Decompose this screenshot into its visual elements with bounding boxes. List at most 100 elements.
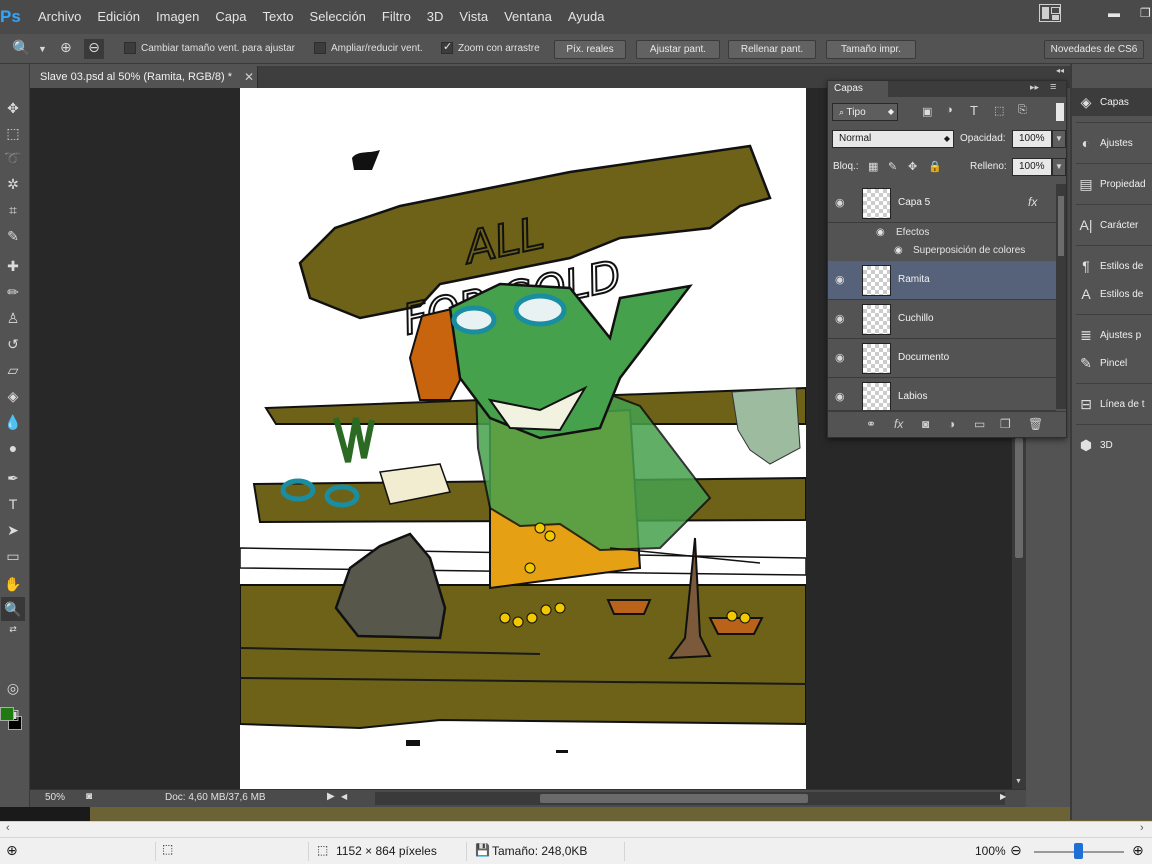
dock-3d[interactable]: ⬢ 3D [1072,431,1152,459]
fit-screen-button[interactable]: Ajustar pant. [636,40,720,59]
restore-icon[interactable]: ❐ [1140,6,1151,20]
shape-tool-icon[interactable]: ▭ [1,544,25,568]
menu-3d[interactable]: 3D [419,0,452,34]
visibility-eye-icon[interactable]: ◉ [835,351,849,364]
status-menu-icon[interactable]: ◙ [86,791,92,802]
menu-filtro[interactable]: Filtro [374,0,419,34]
blur-tool-icon[interactable]: 💧 [1,410,25,434]
dock-layers[interactable]: ◈ Capas [1072,88,1152,116]
lock-paint-icon[interactable]: ✎ [888,160,897,173]
opacity-dropdown-icon[interactable]: ▼ [1052,130,1066,148]
menu-ayuda[interactable]: Ayuda [560,0,613,34]
delete-layer-icon[interactable]: 🗑 [1028,417,1043,431]
hand-tool-icon[interactable]: ✋ [1,572,25,596]
crop-tool-icon[interactable]: ⌗ [1,198,25,222]
dodge-tool-icon[interactable]: ● [1,436,25,460]
fill-field[interactable]: 100% [1012,158,1052,176]
checkbox[interactable] [314,42,326,54]
type-tool-icon[interactable]: T [1,492,25,516]
stamp-tool-icon[interactable]: ♙ [1,306,25,330]
scroll-right-icon[interactable]: ▶ [1000,792,1006,801]
fill-screen-button[interactable]: Rellenar pant. [728,40,816,59]
checkbox[interactable] [441,40,453,54]
dock-brush[interactable]: ✎ Pincel [1072,349,1152,377]
scrollbar-thumb[interactable] [540,794,808,803]
lock-transparency-icon[interactable]: ▦ [868,160,878,173]
add-mask-icon[interactable]: ◙ [922,417,929,431]
actual-pixels-button[interactable]: Píx. reales [554,40,626,59]
history-brush-tool-icon[interactable]: ↺ [1,332,25,356]
link-layers-icon[interactable]: ⚭ [866,417,876,431]
lock-position-icon[interactable]: ✥ [908,160,917,173]
layer-row-cuchillo[interactable]: ◉ Cuchillo [828,300,1056,339]
eraser-tool-icon[interactable]: ▱ [1,358,25,382]
print-size-button[interactable]: Tamaño impr. [826,40,916,59]
zoom-tool-icon[interactable]: 🔍 [1,597,25,621]
dock-paragraph-styles[interactable]: ¶ Estilos de [1072,252,1152,280]
visibility-eye-icon[interactable]: ◉ [876,227,885,238]
eyedropper-tool-icon[interactable]: ✎ [1,224,25,248]
scroll-left-icon[interactable]: ◀ [341,792,347,801]
magic-wand-tool-icon[interactable]: ✲ [1,172,25,196]
paint-bucket-tool-icon[interactable]: ◈ [1,384,25,408]
blend-mode-select[interactable]: Normal ◆ [832,130,954,148]
visibility-eye-icon[interactable]: ◉ [835,273,849,286]
checkbox[interactable] [124,42,136,54]
new-layer-icon[interactable]: ❐ [1000,417,1011,431]
filter-kind-select[interactable]: ⌕ Tipo ◆ [832,103,898,121]
healing-brush-tool-icon[interactable]: ✚ [1,254,25,278]
lasso-tool-icon[interactable]: ➰ [1,146,25,170]
panel-menu-icon[interactable]: ≡ [1050,81,1056,93]
filter-shape-icon[interactable]: ⬚ [994,104,1004,117]
menu-imagen[interactable]: Imagen [148,0,207,34]
marquee-tool-icon[interactable]: ⬚ [1,121,25,145]
layer-row-documento[interactable]: ◉ Documento [828,339,1056,378]
whats-new-button[interactable]: Novedades de CS6 [1044,40,1144,59]
dock-properties[interactable]: ▤ Propiedad [1072,170,1152,198]
zoom-in-icon[interactable]: ⊕ [60,39,72,56]
filter-pixel-icon[interactable]: ▣ [922,105,932,118]
new-group-icon[interactable]: ▭ [974,417,985,431]
new-adjustment-icon[interactable]: ◑ [948,417,955,431]
foreground-color-swatch[interactable] [0,707,14,721]
filter-toggle[interactable] [1056,103,1064,121]
check-zoom-all-windows[interactable]: Ampliar/reducir vent. [314,42,423,54]
menu-edicion[interactable]: Edición [89,0,148,34]
dock-brush-presets[interactable]: ≣ Ajustes p [1072,321,1152,349]
pen-tool-icon[interactable]: ✒ [1,466,25,490]
document-canvas[interactable]: ALL FOR GOLD [240,88,806,789]
dock-timeline[interactable]: ⊟ Línea de t [1072,390,1152,418]
fill-dropdown-icon[interactable]: ▼ [1052,158,1066,176]
menu-archivo[interactable]: Archivo [30,0,89,34]
effects-row[interactable]: ◉ Efectos [828,223,1056,243]
chevron-right-icon[interactable]: › [1140,822,1144,834]
menu-ventana[interactable]: Ventana [496,0,560,34]
zoom-slider-thumb[interactable] [1074,843,1083,859]
workspace-switcher-icon[interactable] [1039,4,1061,22]
zoom-tool-icon[interactable]: 🔍 [12,39,31,57]
chevron-left-icon[interactable]: ‹ [6,822,10,834]
opacity-field[interactable]: 100% [1012,130,1052,148]
scrollbar-thumb[interactable] [1015,438,1023,558]
visibility-eye-icon[interactable]: ◉ [894,245,903,256]
add-style-icon[interactable]: fx [894,417,903,431]
close-icon[interactable]: ✕ [244,66,254,88]
canvas-horizontal-scrollbar[interactable] [375,792,1005,805]
zoom-level[interactable]: 50% [45,792,65,803]
filter-adjustment-icon[interactable]: ◑ [946,104,953,116]
zoom-out-icon[interactable]: ⊖ [1010,842,1022,859]
tab-layers[interactable]: Capas [828,81,888,97]
visibility-eye-icon[interactable]: ◉ [835,390,849,403]
filter-smart-object-icon[interactable]: ⎘ [1018,104,1027,117]
play-icon[interactable]: ▶ [327,791,335,802]
viewer-horizontal-scrollbar[interactable]: ‹ › [0,821,1152,837]
layer-row-labios[interactable]: ◉ Labios [828,378,1056,411]
check-scrubby-zoom[interactable]: Zoom con arrastre [441,40,540,54]
scrollbar-thumb[interactable] [1058,196,1064,256]
visibility-eye-icon[interactable]: ◉ [835,196,849,209]
add-icon[interactable]: ⊕ [6,842,18,859]
fx-icon[interactable]: fx [1028,195,1037,209]
swap-colors-icon[interactable]: ⇄ [1,622,25,636]
layer-row-capa-5[interactable]: ◉ Capa 5 fx [828,184,1056,223]
collapse-dock-icon[interactable]: ◂◂ [1056,66,1064,75]
